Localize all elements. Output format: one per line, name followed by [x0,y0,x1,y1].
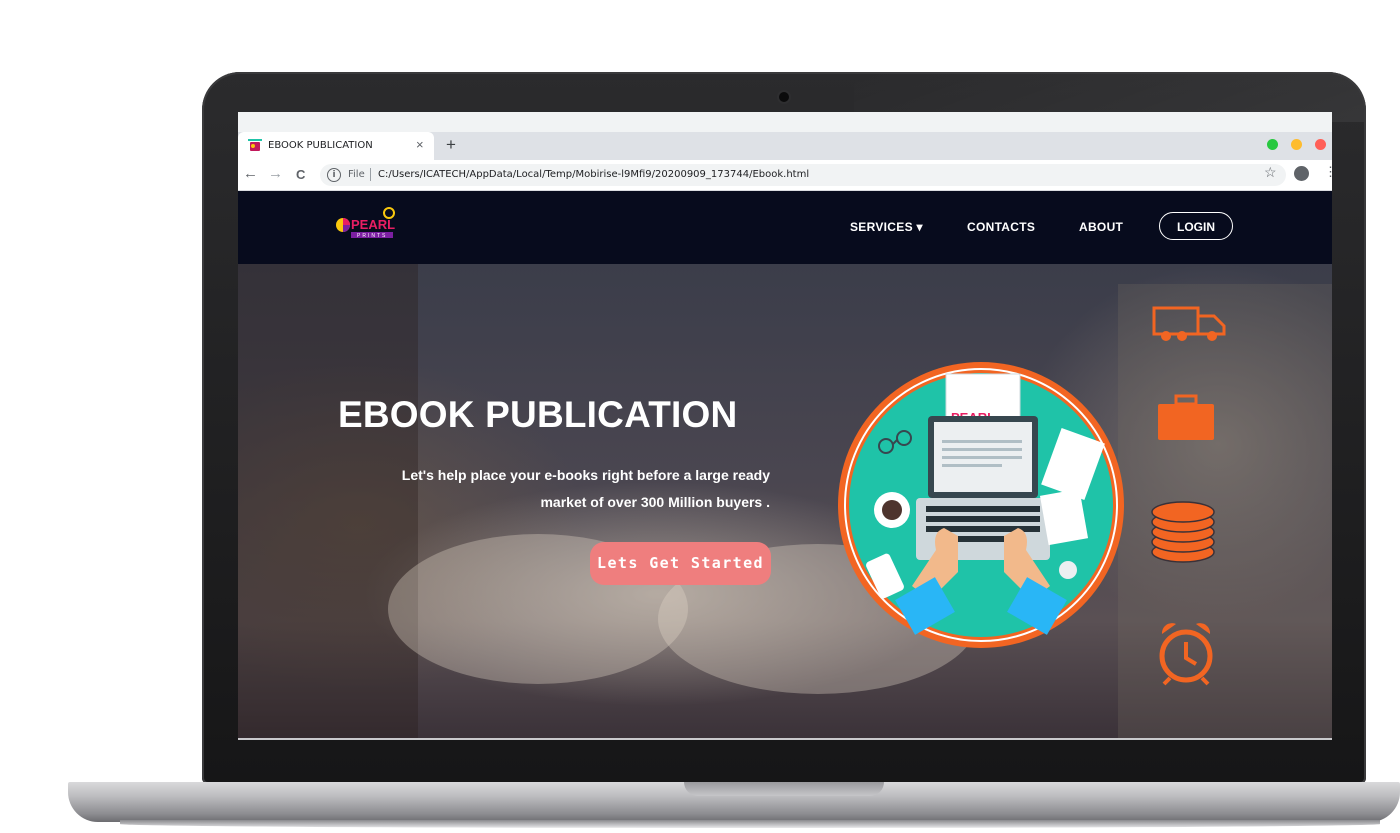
url-divider [370,168,371,181]
window-maximize-icon[interactable] [1267,139,1278,150]
tab-close-icon[interactable]: × [416,137,424,152]
svg-text:PRINTS: PRINTS [357,233,387,239]
hero-subtitle: Let's help place your e-books right befo… [350,462,770,516]
nav-contacts[interactable]: CONTACTS [967,220,1035,234]
hero-subtitle-line-2: market of over 300 Million buyers . [540,494,770,510]
address-bar[interactable]: i File C:/Users/ICATECH/AppData/Local/Te… [320,164,1286,186]
laptop-typing-illustration: PEARL [838,362,1124,648]
alarm-clock-icon [1159,623,1213,686]
url-text[interactable]: C:/Users/ICATECH/AppData/Local/Temp/Mobi… [378,169,809,180]
svg-text:PEARL: PEARL [351,217,395,232]
favicon-icon [248,139,262,151]
browser-menu-icon[interactable]: ⋮ [1324,164,1332,180]
chevron-down-icon: ▾ [916,220,923,234]
browser-tab[interactable]: EBOOK PUBLICATION × [238,132,434,160]
nav-services[interactable]: SERVICES ▾ [850,220,923,234]
delivery-truck-icon [1152,306,1226,341]
hero-subtitle-line-1: Let's help place your e-books right befo… [401,467,770,483]
window-minimize-icon[interactable] [1291,139,1302,150]
screen: EBOOK PUBLICATION × + ← → C i File C:/Us… [238,112,1332,740]
hero-title: EBOOK PUBLICATION [338,394,738,435]
nav-services-label: SERVICES [850,220,913,234]
webcam [779,92,789,102]
info-icon[interactable]: i [327,168,341,182]
briefcase-icon [1158,394,1214,440]
forward-arrow-icon[interactable]: → [268,165,283,182]
nav-about[interactable]: ABOUT [1079,220,1123,234]
pearl-prints-logo[interactable]: PEARL PRINTS [335,207,399,241]
laptop-foot [120,820,1380,828]
browser-tabbar: EBOOK PUBLICATION × + [238,132,1332,160]
tab-title: EBOOK PUBLICATION [268,140,373,151]
hero-section: EBOOK PUBLICATION Let's help place your … [238,264,1332,740]
web-page: PEARL PRINTS SERVICES ▾ CONTACTS ABOUT L… [238,191,1332,740]
laptop-notch [684,782,884,796]
url-scheme: File [348,169,365,180]
coin-stack-icon [1151,501,1215,563]
hero-bottom-line [238,738,1332,740]
back-arrow-icon[interactable]: ← [243,165,258,182]
site-navbar: PEARL PRINTS SERVICES ▾ CONTACTS ABOUT L… [238,191,1332,264]
new-tab-icon[interactable]: + [446,135,456,155]
reload-icon[interactable]: C [296,167,305,182]
bookmark-star-icon[interactable]: ☆ [1264,164,1277,181]
window-close-icon[interactable] [1315,139,1326,150]
login-button[interactable]: LOGIN [1159,212,1233,240]
account-avatar-icon[interactable] [1294,166,1309,181]
get-started-button[interactable]: Lets Get Started [590,542,771,585]
browser-toolbar: ← → C i File C:/Users/ICATECH/AppData/Lo… [238,160,1332,191]
